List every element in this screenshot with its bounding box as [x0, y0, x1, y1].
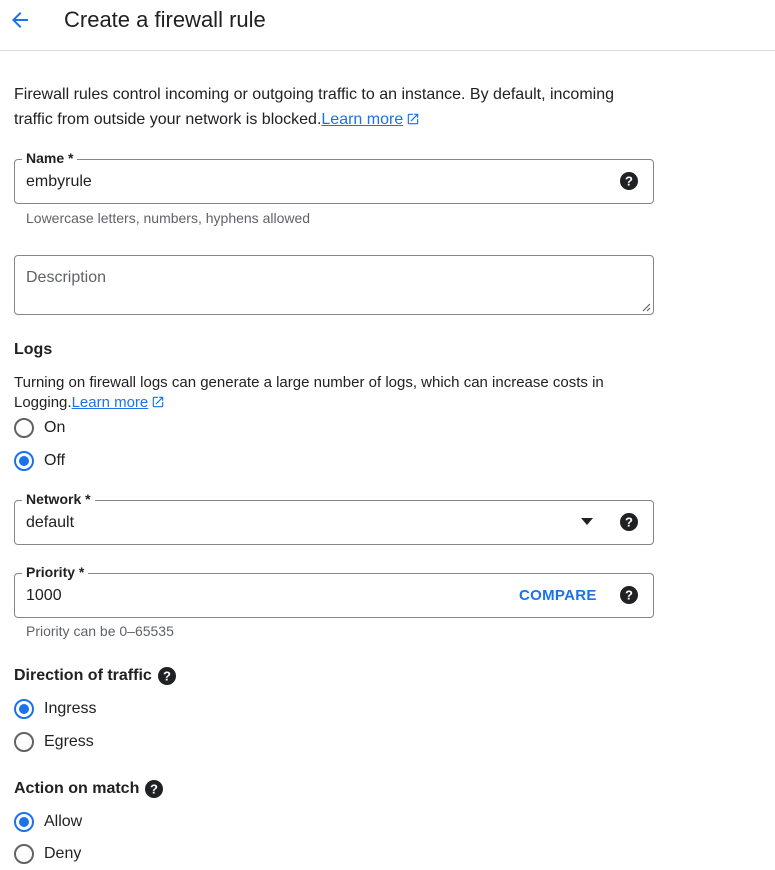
radio-checked-icon[interactable]	[14, 699, 34, 719]
compare-button[interactable]: COMPARE	[519, 585, 597, 607]
radio-checked-icon[interactable]	[14, 812, 34, 832]
allow-label: Allow	[44, 813, 83, 830]
egress-label: Egress	[44, 733, 94, 750]
logs-description-block: Turning on firewall logs can generate a …	[14, 373, 654, 413]
logs-learn-more-link[interactable]: Learn more	[72, 394, 166, 411]
network-select[interactable]: Network * default ?	[14, 489, 654, 545]
logs-title: Logs	[14, 339, 52, 361]
help-icon[interactable]: ?	[145, 780, 164, 798]
help-icon[interactable]: ?	[620, 586, 638, 604]
learn-more-label: Learn more	[321, 111, 404, 128]
back-button[interactable]	[6, 6, 34, 34]
external-link-icon	[153, 396, 164, 408]
description-placeholder: Description	[26, 269, 107, 286]
help-icon[interactable]: ?	[620, 172, 638, 190]
logs-off-radio[interactable]: Off	[14, 450, 65, 472]
action-title-text: Action on match	[14, 780, 140, 797]
dropdown-arrow-icon[interactable]	[581, 518, 593, 525]
svg-text:?: ?	[163, 669, 171, 684]
name-help-icon[interactable]: ?	[620, 172, 638, 190]
direction-ingress-radio[interactable]: Ingress	[14, 698, 96, 720]
direction-title-text: Direction of traffic	[14, 667, 152, 684]
name-field-label: Name *	[22, 148, 78, 168]
name-input[interactable]: embyrule	[26, 171, 92, 193]
direction-help-icon[interactable]: ?	[157, 667, 176, 685]
svg-text:?: ?	[625, 174, 633, 189]
external-link-icon	[407, 113, 419, 125]
direction-egress-radio[interactable]: Egress	[14, 731, 94, 753]
network-field-label: Network *	[22, 489, 95, 509]
priority-hint: Priority can be 0–65535	[26, 623, 174, 639]
radio-unchecked-icon[interactable]	[14, 844, 34, 864]
action-help-icon[interactable]: ?	[145, 780, 164, 798]
priority-input[interactable]: 1000	[26, 585, 62, 607]
resize-handle-icon[interactable]	[641, 302, 651, 312]
deny-label: Deny	[44, 845, 82, 862]
name-hint: Lowercase letters, numbers, hyphens allo…	[26, 210, 311, 226]
logs-on-label: On	[44, 419, 66, 436]
action-title: Action on match ?	[14, 778, 164, 800]
action-deny-radio[interactable]: Deny	[14, 843, 81, 865]
page-header: Create a firewall rule	[0, 0, 775, 51]
action-allow-radio[interactable]: Allow	[14, 811, 82, 833]
svg-text:?: ?	[150, 782, 158, 797]
direction-title: Direction of traffic ?	[14, 665, 176, 687]
arrow-back-icon	[12, 12, 28, 28]
priority-field[interactable]: Priority * 1000 COMPARE ?	[14, 562, 654, 618]
ingress-label: Ingress	[44, 700, 97, 717]
svg-text:?: ?	[625, 588, 633, 603]
logs-title-text: Logs	[14, 341, 53, 358]
intro-text: Firewall rules control incoming or outgo…	[14, 86, 615, 128]
description-textarea[interactable]: Description	[14, 255, 654, 315]
radio-unchecked-icon[interactable]	[14, 732, 34, 752]
svg-text:?: ?	[625, 515, 633, 530]
logs-off-label: Off	[44, 452, 66, 469]
name-field[interactable]: Name * embyrule ?	[14, 148, 654, 204]
intro-text-block: Firewall rules control incoming or outgo…	[14, 82, 654, 132]
logs-learn-more-label: Learn more	[71, 394, 149, 411]
network-help-icon[interactable]: ?	[620, 513, 638, 531]
network-selected-value[interactable]: default	[26, 512, 74, 534]
priority-help-icon[interactable]: ?	[620, 586, 638, 604]
logs-on-radio[interactable]: On	[14, 417, 65, 439]
help-icon[interactable]: ?	[157, 667, 176, 685]
help-icon[interactable]: ?	[620, 513, 638, 531]
page-title: Create a firewall rule	[64, 7, 266, 32]
learn-more-link[interactable]: Learn more	[321, 111, 420, 128]
radio-checked-icon[interactable]	[14, 451, 34, 471]
priority-field-label: Priority *	[22, 562, 89, 582]
radio-unchecked-icon[interactable]	[14, 418, 34, 438]
